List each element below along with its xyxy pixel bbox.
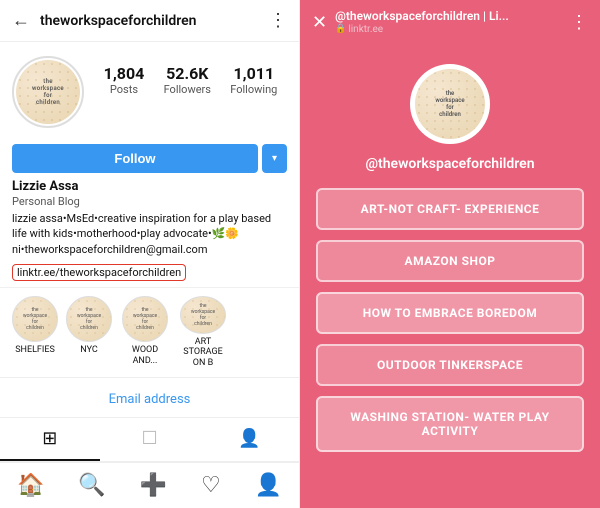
posts-label: Posts [110, 83, 138, 96]
lock-icon: 🔒 [335, 24, 346, 34]
follow-row: Follow ▾ [0, 138, 299, 179]
add-icon[interactable]: ➕ [128, 469, 179, 502]
header-menu-icon[interactable]: ⋮ [269, 10, 287, 31]
link-button-2[interactable]: HOW TO EMBRACE BOREDOM [316, 292, 584, 334]
tab-tagged[interactable]: 👤 [199, 418, 299, 461]
bio-name: Lizzie Assa [12, 179, 287, 194]
story-avatar: theworkspaceforchildren [12, 296, 58, 342]
followers-stat: 52.6K Followers [164, 64, 211, 96]
follow-chevron-button[interactable]: ▾ [262, 144, 287, 173]
back-arrow-icon[interactable]: ← [12, 10, 30, 31]
profile-icon[interactable]: 👤 [243, 469, 294, 502]
right-menu-icon[interactable]: ⋮ [570, 12, 588, 33]
right-handle: @theworkspaceforchildren [365, 156, 534, 172]
following-count: 1,011 [233, 64, 274, 83]
link-button-0[interactable]: ART-NOT CRAFT- EXPERIENCE [316, 188, 584, 230]
bio-category: Personal Blog [12, 195, 287, 208]
search-icon[interactable]: 🔍 [66, 469, 117, 502]
tab-bar: ⊞ ☐ 👤 [0, 417, 299, 462]
avatar: theworkspaceforchildren [12, 56, 84, 128]
story-item[interactable]: theworkspaceforchildren NYC [66, 296, 112, 369]
bottom-nav: 🏠 🔍 ➕ ♡ 👤 [0, 462, 299, 508]
stats-row: 1,804 Posts 52.6K Followers 1,011 Follow… [84, 56, 287, 96]
story-label: NYC [80, 345, 97, 356]
url-text: linktr.ee [348, 24, 383, 35]
follow-button[interactable]: Follow [12, 144, 258, 173]
right-header-title: @theworkspaceforchildren | Li... [335, 9, 562, 23]
link-button-4[interactable]: WASHING STATION- WATER PLAY ACTIVITY [316, 396, 584, 452]
story-avatar: theworkspaceforchildren [66, 296, 112, 342]
tab-grid[interactable]: ⊞ [0, 418, 100, 461]
close-icon[interactable]: ✕ [312, 12, 327, 33]
story-item[interactable]: theworkspaceforchildren ART STORAGE ON B [178, 296, 228, 369]
link-button-1[interactable]: AMAZON SHOP [316, 240, 584, 282]
story-item[interactable]: theworkspaceforchildren WOOD AND... [120, 296, 170, 369]
posts-count: 1,804 [104, 64, 145, 83]
bio-text: lizzie assa•MsEd•creative inspiration fo… [12, 211, 287, 257]
story-avatar: theworkspaceforchildren [122, 296, 168, 342]
followers-label: Followers [164, 83, 211, 96]
left-panel: ← theworkspaceforchildren ⋮ theworkspace… [0, 0, 300, 508]
stories-row: theworkspaceforchildren SHELFIES thework… [0, 287, 299, 377]
posts-stat: 1,804 Posts [104, 64, 145, 96]
story-label: SHELFIES [15, 345, 55, 356]
right-avatar: theworkspaceforchildren [410, 64, 490, 144]
right-header-url: 🔒 linktr.ee [335, 24, 562, 35]
story-item[interactable]: theworkspaceforchildren SHELFIES [12, 296, 58, 369]
following-label: Following [230, 83, 277, 96]
story-avatar: theworkspaceforchildren [180, 296, 226, 333]
tab-posts[interactable]: ☐ [100, 418, 200, 461]
bio-section: Lizzie Assa Personal Blog lizzie assa•Ms… [0, 179, 299, 287]
heart-icon[interactable]: ♡ [189, 469, 233, 502]
profile-username: theworkspaceforchildren [40, 13, 269, 29]
email-address-link[interactable]: Email address [109, 392, 191, 407]
following-stat: 1,011 Following [230, 64, 277, 96]
home-icon[interactable]: 🏠 [5, 469, 56, 502]
followers-count: 52.6K [166, 64, 208, 83]
right-header-info: @theworkspaceforchildren | Li... 🔒 linkt… [335, 9, 562, 34]
right-content: theworkspaceforchildren @theworkspacefor… [300, 44, 600, 508]
left-header: ← theworkspaceforchildren ⋮ [0, 0, 299, 42]
bio-link[interactable]: linktr.ee/theworkspaceforchildren [12, 264, 186, 281]
story-label: ART STORAGE ON B [178, 337, 228, 369]
link-button-3[interactable]: OUTDOOR TINKERSPACE [316, 344, 584, 386]
email-row: Email address [0, 377, 299, 417]
profile-section: theworkspaceforchildren 1,804 Posts 52.6… [0, 42, 299, 138]
story-label: WOOD AND... [120, 345, 170, 367]
right-panel: ✕ @theworkspaceforchildren | Li... 🔒 lin… [300, 0, 600, 508]
right-header: ✕ @theworkspaceforchildren | Li... 🔒 lin… [300, 0, 600, 44]
